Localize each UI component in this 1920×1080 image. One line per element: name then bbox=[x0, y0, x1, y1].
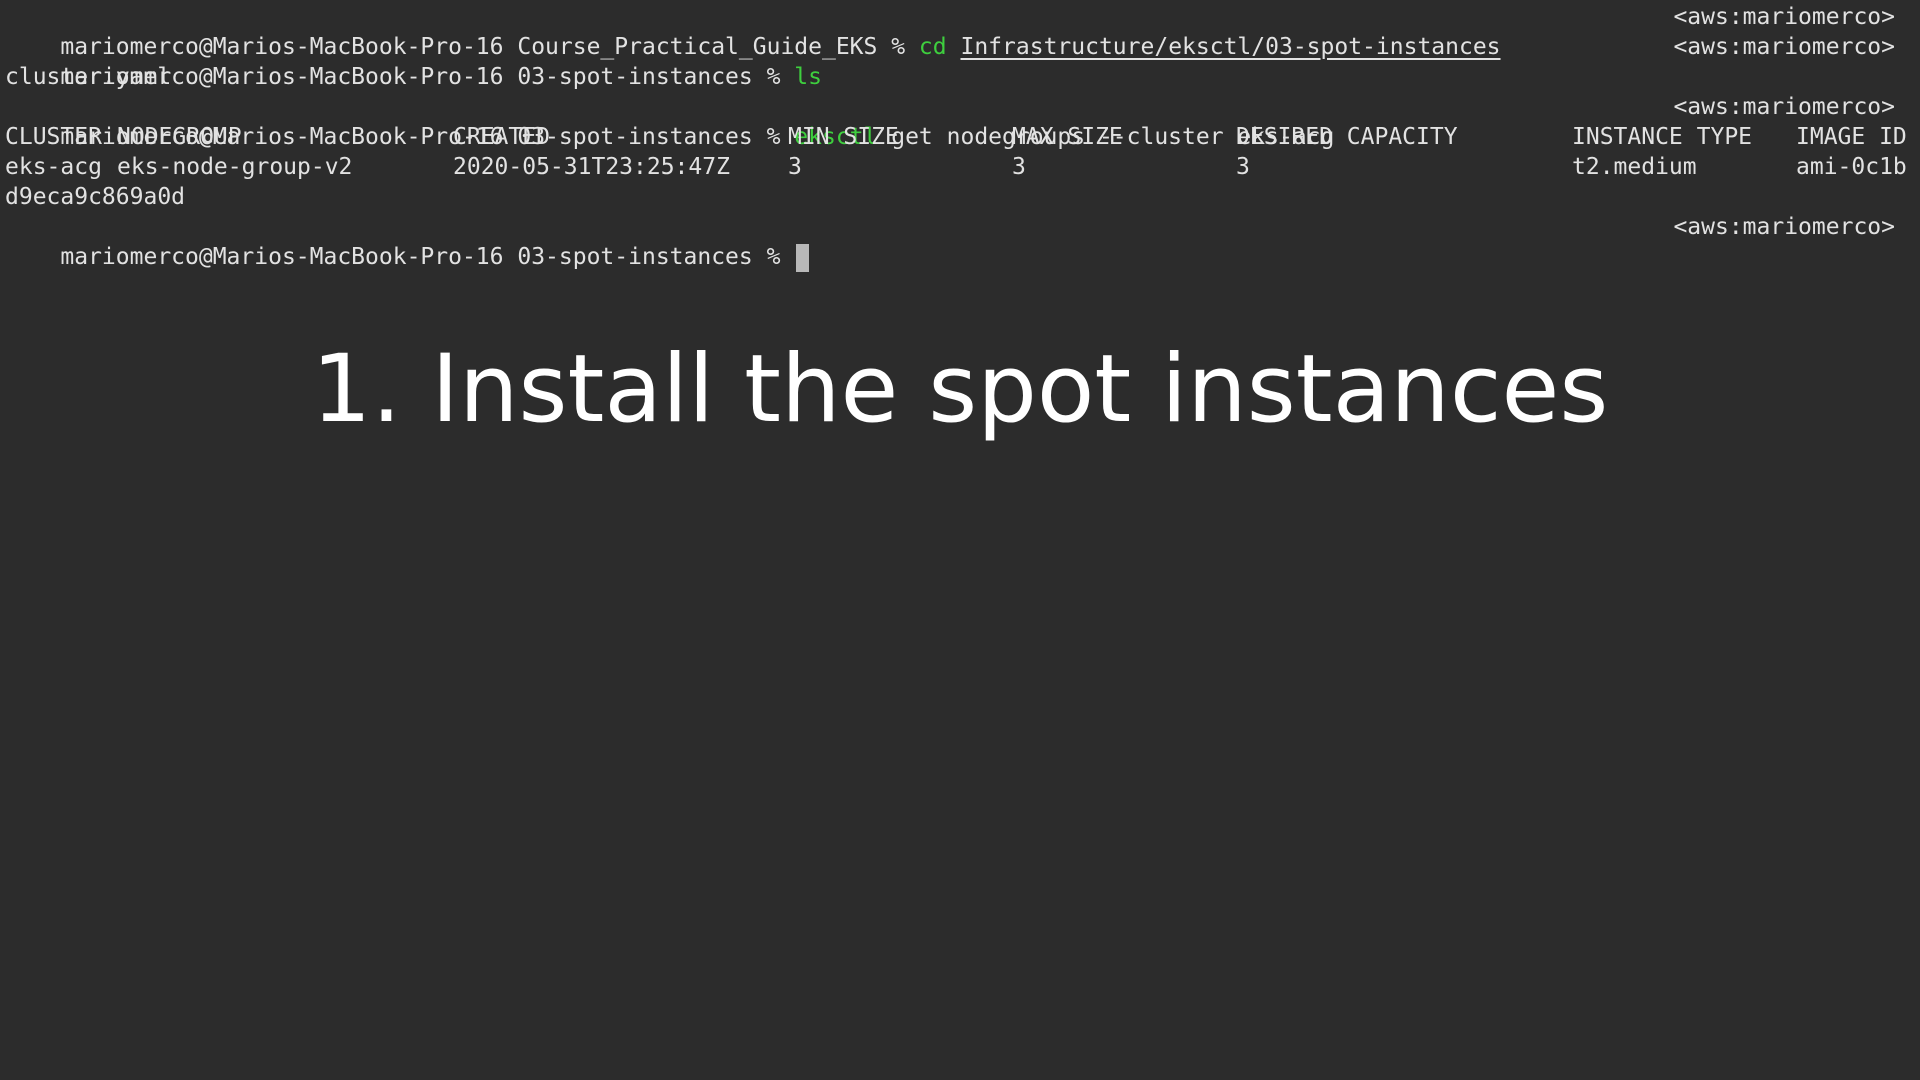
header-max-size: MAX SIZE bbox=[1012, 124, 1123, 150]
cell-nodegroup: eks-node-group-v2 bbox=[117, 154, 353, 180]
command-cd: cd bbox=[918, 34, 947, 60]
cell-desired-capacity: 3 bbox=[1236, 154, 1250, 180]
header-desired-capacity: DESIRED CAPACITY bbox=[1236, 124, 1458, 150]
cell-min-size: 3 bbox=[788, 154, 802, 180]
cell-created: 2020-05-31T23:25:47Z bbox=[453, 154, 730, 180]
header-min-size: MIN SIZE bbox=[788, 124, 899, 150]
terminal-line-eksctl: mariomerco@Marios-MacBook-Pro-16 03-spot… bbox=[5, 92, 1334, 150]
cell-image-id: ami-0c1b bbox=[1796, 154, 1907, 180]
video-caption: 1. Install the spot instances bbox=[311, 335, 1609, 444]
header-cluster: CLUSTER bbox=[5, 124, 102, 150]
terminal-line-ls: mariomerco@Marios-MacBook-Pro-16 03-spot… bbox=[5, 32, 822, 90]
terminal-window[interactable]: mariomerco@Marios-MacBook-Pro-16 Course_… bbox=[0, 0, 1920, 1080]
terminal-line-cd: mariomerco@Marios-MacBook-Pro-16 Course_… bbox=[5, 2, 1500, 60]
path-argument[interactable]: Infrastructure/eksctl/03-spot-instances bbox=[960, 34, 1500, 60]
shell-prompt: mariomerco@Marios-MacBook-Pro-16 03-spot… bbox=[60, 244, 795, 270]
right-prompt: <aws:mariomerco> bbox=[1673, 94, 1895, 120]
cell-cluster: eks-acg bbox=[5, 154, 102, 180]
text-cursor bbox=[796, 243, 810, 272]
wrapped-output: d9eca9c869a0d bbox=[5, 184, 186, 210]
right-prompt: <aws:mariomerco> bbox=[1673, 4, 1895, 30]
command-ls: ls bbox=[794, 64, 822, 90]
header-created: CREATED bbox=[453, 124, 550, 150]
cell-max-size: 3 bbox=[1012, 154, 1026, 180]
ls-output: cluster.yaml bbox=[5, 64, 172, 90]
right-prompt: <aws:mariomerco> bbox=[1673, 34, 1895, 60]
current-prompt-line[interactable]: mariomerco@Marios-MacBook-Pro-16 03-spot… bbox=[5, 212, 810, 272]
header-instance-type: INSTANCE TYPE bbox=[1572, 124, 1753, 150]
header-image-id: IMAGE ID bbox=[1796, 124, 1907, 150]
right-prompt: <aws:mariomerco> bbox=[1673, 214, 1895, 240]
cell-instance-type: t2.medium bbox=[1572, 154, 1697, 180]
header-nodegroup: NODEGROUP bbox=[117, 124, 242, 150]
